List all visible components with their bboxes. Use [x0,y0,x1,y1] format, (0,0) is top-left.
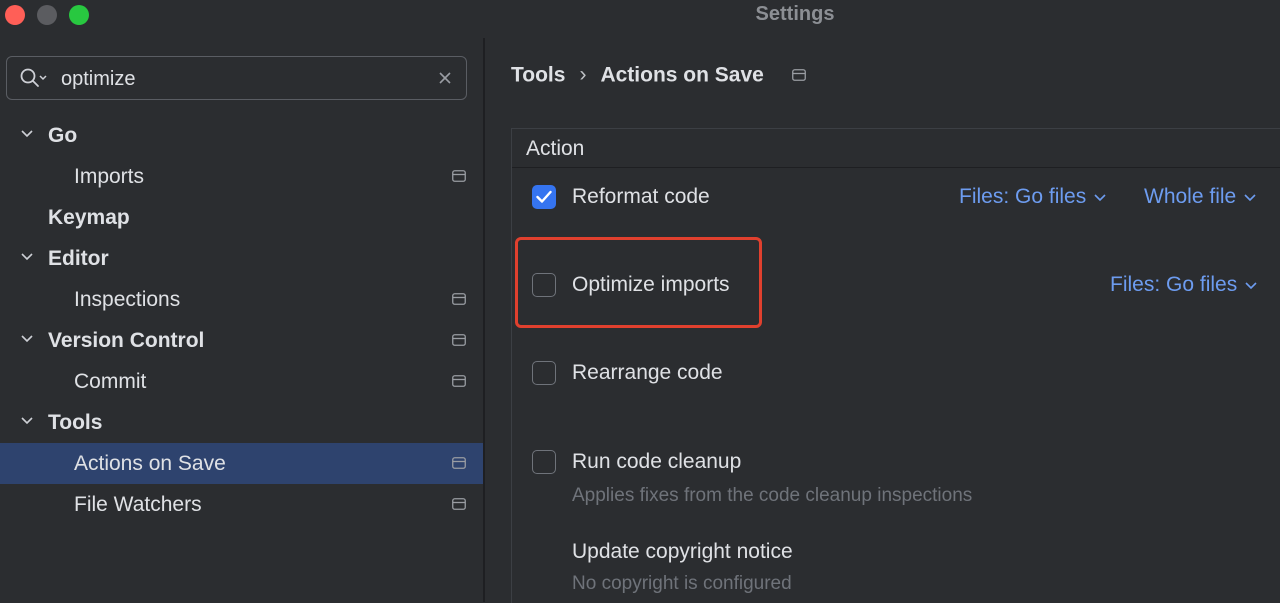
column-header-action: Action [526,137,585,160]
breadcrumb-parent[interactable]: Tools [511,63,565,86]
tree-item-label: Editor [48,247,109,270]
tree-item-inspections[interactable]: Inspections [0,279,483,320]
tree-item-tools[interactable]: Tools [0,402,483,443]
reformat-scope-dropdown[interactable]: Whole file [1144,185,1256,209]
chevron-down-icon[interactable] [20,332,34,346]
rearrange-code-label: Rearrange code [572,361,723,384]
breadcrumb-current: Actions on Save [600,63,764,87]
highlight-annotation-box [515,237,762,328]
tree-item-label: Imports [74,165,145,188]
action-row-update-copyright: Update copyright notice No copyright is … [512,525,1280,595]
window-title: Settings [755,3,835,25]
title-bar: Settings [0,0,1280,30]
clear-search-icon[interactable] [438,71,452,85]
tree-item-label: Tools [48,411,103,434]
reformat-code-checkbox[interactable] [532,185,556,209]
tree-item-label: Actions on Save [74,452,226,475]
action-row-reformat-code: Reformat code Files: Go files Whole file [512,169,1280,229]
tree-item-label: File Watchers [74,493,202,516]
tree-item-editor[interactable]: Editor [0,238,483,279]
project-settings-icon [452,170,466,182]
chevron-down-icon[interactable] [20,250,34,264]
update-copyright-description: No copyright is configured [572,573,792,594]
tree-item-label: Commit [74,370,147,393]
tree-item-label: Go [48,124,78,147]
rearrange-code-checkbox[interactable] [532,361,556,385]
breadcrumb: Tools › Actions on Save [511,63,806,87]
search-icon[interactable] [19,67,49,89]
tree-item-label: Keymap [48,206,130,229]
project-settings-icon [452,293,466,305]
action-row-run-code-cleanup: Run code cleanup Applies fixes from the … [512,435,1280,506]
breadcrumb-separator: › [579,63,587,87]
chevron-down-icon [1094,194,1106,202]
run-code-cleanup-label: Run code cleanup [572,450,742,473]
search-field[interactable] [6,56,467,100]
tree-item-version-control[interactable]: Version Control [0,320,483,361]
project-settings-icon [452,457,466,469]
reformat-code-label: Reformat code [572,185,710,208]
reformat-files-dropdown[interactable]: Files: Go files [959,185,1106,209]
project-settings-icon [452,375,466,387]
settings-sidebar: Go Imports Keymap Editor Inspections Ver… [0,38,483,602]
chevron-down-icon[interactable] [20,414,34,428]
checkmark-icon [536,190,552,203]
action-row-rearrange-code: Rearrange code [512,347,1280,407]
project-settings-icon [791,69,806,82]
settings-content: Tools › Actions on Save Action Reformat co… [485,38,1280,603]
project-settings-icon [452,498,466,510]
actions-table: Action Reformat code Files: Go files Who… [511,128,1280,603]
table-header: Action [512,129,1280,168]
tree-item-imports[interactable]: Imports [0,156,483,197]
optimize-files-dropdown[interactable]: Files: Go files [1110,273,1257,297]
tree-item-commit[interactable]: Commit [0,361,483,402]
chevron-down-icon [1245,282,1257,290]
dropdown-value: Files: Go files [959,185,1087,208]
tree-item-keymap[interactable]: Keymap [0,197,483,238]
settings-tree: Go Imports Keymap Editor Inspections Ver… [0,115,483,525]
search-input[interactable] [59,63,423,95]
tree-item-label: Inspections [74,288,181,311]
update-copyright-label: Update copyright notice [572,540,793,563]
chevron-down-icon[interactable] [20,127,34,141]
run-code-cleanup-checkbox[interactable] [532,450,556,474]
run-code-cleanup-description: Applies fixes from the code cleanup insp… [572,485,973,506]
tree-item-label: Version Control [48,329,205,352]
tree-item-go[interactable]: Go [0,115,483,156]
chevron-down-icon [1244,194,1256,202]
tree-item-actions-on-save[interactable]: Actions on Save [0,443,483,484]
project-settings-icon [452,334,466,346]
dropdown-value: Whole file [1144,185,1237,208]
dropdown-value: Files: Go files [1110,273,1238,296]
tree-item-file-watchers[interactable]: File Watchers [0,484,483,525]
